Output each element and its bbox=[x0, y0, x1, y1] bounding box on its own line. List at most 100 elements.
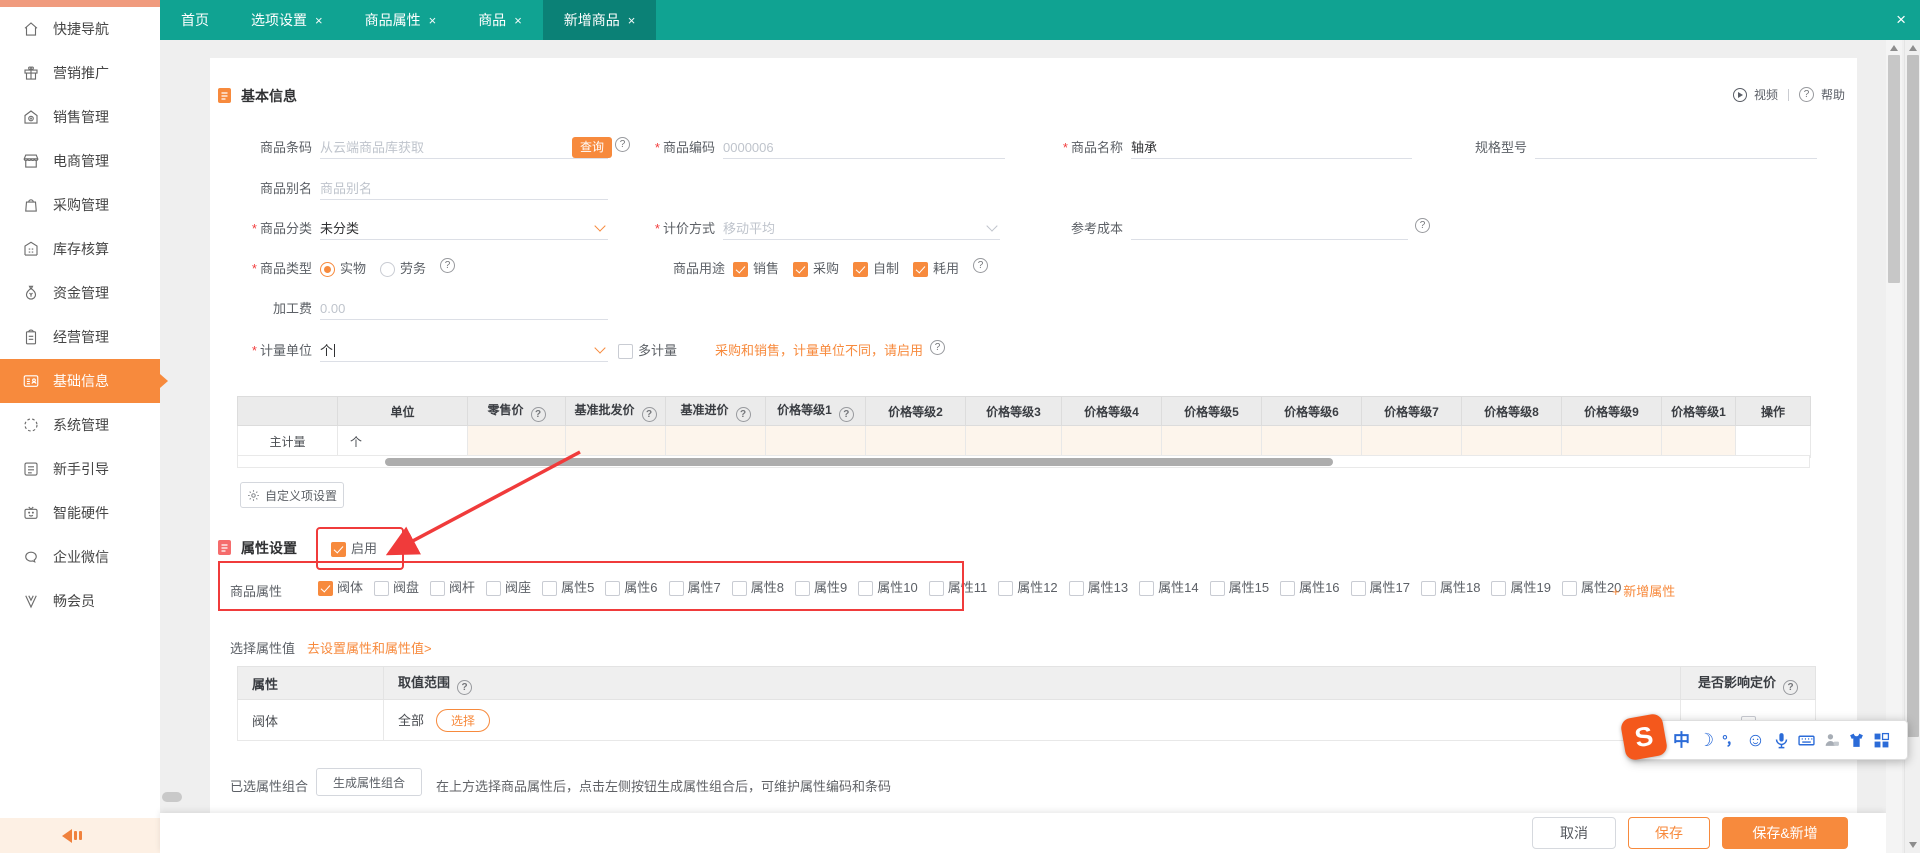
spec-model-input[interactable] bbox=[1535, 137, 1817, 159]
attribute-checkbox[interactable]: 属性16 bbox=[1280, 577, 1339, 599]
unit-warning-help-icon[interactable] bbox=[930, 340, 945, 355]
price-level-10-cell[interactable] bbox=[1662, 426, 1736, 458]
attribute-checkbox[interactable]: 属性13 bbox=[1069, 577, 1128, 599]
attribute-checkbox[interactable]: 属性14 bbox=[1139, 577, 1198, 599]
attribute-checkbox[interactable]: 属性6 bbox=[605, 577, 657, 599]
tab-product-attributes[interactable]: 商品属性 × bbox=[344, 0, 458, 40]
attribute-checkbox[interactable]: 属性9 bbox=[795, 577, 847, 599]
window-vscrollbar-thumb[interactable] bbox=[1907, 55, 1919, 737]
scroll-up-icon[interactable] bbox=[1890, 45, 1898, 51]
attribute-checkbox[interactable]: 属性7 bbox=[669, 577, 721, 599]
attribute-checkbox[interactable]: 阀杆 bbox=[430, 577, 475, 599]
tab-options[interactable]: 选项设置 × bbox=[230, 0, 344, 40]
purchase-price-cell[interactable] bbox=[666, 426, 766, 458]
price-level-1-cell[interactable] bbox=[766, 426, 866, 458]
help-icon[interactable] bbox=[531, 407, 546, 422]
attribute-checkbox[interactable]: 属性15 bbox=[1210, 577, 1269, 599]
unit-cell[interactable]: 个 bbox=[338, 426, 468, 458]
wholesale-price-cell[interactable] bbox=[566, 426, 666, 458]
query-button[interactable]: 查询 bbox=[572, 137, 612, 158]
goto-set-attr-values-link[interactable]: 去设置属性和属性值> bbox=[307, 638, 432, 657]
usage-checkbox-self-made[interactable]: 自制 bbox=[853, 258, 899, 280]
content-hscrollbar-thumb[interactable] bbox=[162, 792, 182, 802]
attribute-checkbox[interactable]: 属性12 bbox=[998, 577, 1057, 599]
attribute-checkbox[interactable]: 属性18 bbox=[1421, 577, 1480, 599]
attribute-checkbox[interactable]: 属性19 bbox=[1491, 577, 1550, 599]
help-icon[interactable] bbox=[736, 407, 751, 422]
skin-shirt-icon[interactable] bbox=[1848, 732, 1865, 749]
price-level-3-cell[interactable] bbox=[966, 426, 1062, 458]
price-table-hscrollbar[interactable] bbox=[237, 455, 1810, 468]
scroll-down-icon[interactable] bbox=[1909, 842, 1917, 848]
hscrollbar-thumb[interactable] bbox=[385, 458, 1333, 466]
usage-checkbox-sale[interactable]: 销售 bbox=[733, 258, 779, 280]
radio-physical[interactable]: 实物 bbox=[320, 258, 366, 280]
scroll-up-icon[interactable] bbox=[1909, 45, 1917, 51]
sidebar-item-wechat-work[interactable]: 企业微信 bbox=[0, 535, 160, 579]
help-icon[interactable] bbox=[457, 680, 472, 695]
sidebar-item-sales[interactable]: 销售管理 bbox=[0, 95, 160, 139]
usage-checkbox-consume[interactable]: 耗用 bbox=[913, 258, 959, 280]
tab-close-icon[interactable]: × bbox=[514, 13, 522, 28]
save-button[interactable]: 保存 bbox=[1628, 817, 1710, 849]
reference-cost-help-icon[interactable] bbox=[1415, 218, 1430, 233]
barcode-input[interactable]: 从云端商品库获取 查询 bbox=[320, 137, 608, 159]
attribute-checkbox[interactable]: 阀座 bbox=[486, 577, 531, 599]
custom-fields-button[interactable]: 自定义项设置 bbox=[240, 482, 344, 508]
punctuation-icon[interactable]: °， bbox=[1722, 733, 1738, 747]
sidebar-item-marketing[interactable]: 营销推广 bbox=[0, 51, 160, 95]
alias-input[interactable]: 商品别名 bbox=[320, 178, 608, 200]
usage-checkbox-purchase[interactable]: 采购 bbox=[793, 258, 839, 280]
price-level-9-cell[interactable] bbox=[1562, 426, 1662, 458]
attribute-checkbox[interactable]: 阀盘 bbox=[374, 577, 419, 599]
price-level-5-cell[interactable] bbox=[1162, 426, 1262, 458]
price-level-8-cell[interactable] bbox=[1462, 426, 1562, 458]
video-link[interactable]: 视频 bbox=[1754, 86, 1778, 103]
sidebar-collapse-bar[interactable] bbox=[0, 818, 160, 853]
category-select[interactable]: 未分类 bbox=[320, 218, 608, 240]
attribute-checkbox[interactable]: 属性8 bbox=[732, 577, 784, 599]
sidebar-item-smart-hardware[interactable]: 智能硬件 bbox=[0, 491, 160, 535]
price-level-2-cell[interactable] bbox=[866, 426, 966, 458]
user-icon[interactable] bbox=[1823, 732, 1840, 749]
attribute-checkbox[interactable]: 属性10 bbox=[858, 577, 917, 599]
sidebar-item-funds[interactable]: 资金管理 bbox=[0, 271, 160, 315]
product-name-input[interactable]: 轴承 bbox=[1131, 137, 1412, 159]
moon-icon[interactable]: ☽ bbox=[1698, 731, 1714, 749]
product-type-help-icon[interactable] bbox=[440, 258, 455, 273]
pricing-method-select[interactable]: 移动平均 bbox=[723, 218, 1000, 240]
price-level-7-cell[interactable] bbox=[1362, 426, 1462, 458]
tab-home[interactable]: 首页 bbox=[160, 0, 230, 40]
tab-close-icon[interactable]: × bbox=[315, 13, 323, 28]
product-code-input[interactable]: 0000006 bbox=[723, 137, 1005, 159]
sidebar-item-quick-nav[interactable]: 快捷导航 bbox=[0, 7, 160, 51]
generate-combo-button[interactable]: 生成属性组合 bbox=[316, 768, 422, 796]
product-usage-help-icon[interactable] bbox=[973, 258, 988, 273]
attribute-checkbox[interactable]: 阀体 bbox=[318, 577, 363, 599]
keyboard-icon[interactable] bbox=[1798, 732, 1815, 749]
price-level-4-cell[interactable] bbox=[1062, 426, 1162, 458]
cancel-button[interactable]: 取消 bbox=[1532, 817, 1616, 849]
tab-close-icon[interactable]: × bbox=[429, 13, 437, 28]
sidebar-item-inventory[interactable]: 库存核算 bbox=[0, 227, 160, 271]
add-attribute-link[interactable]: + 新增属性 bbox=[1612, 581, 1675, 600]
sidebar-item-vip-member[interactable]: 畅会员 bbox=[0, 579, 160, 623]
tab-new-product[interactable]: 新增商品 × bbox=[543, 0, 657, 40]
sidebar-item-purchasing[interactable]: 采购管理 bbox=[0, 183, 160, 227]
help-icon[interactable] bbox=[1783, 680, 1798, 695]
retail-price-cell[interactable] bbox=[468, 426, 566, 458]
barcode-help-icon[interactable] bbox=[615, 137, 630, 152]
close-all-icon[interactable]: × bbox=[1886, 0, 1916, 40]
ime-language-icon[interactable]: 中 bbox=[1673, 732, 1690, 749]
smiley-icon[interactable]: ☺ bbox=[1746, 731, 1765, 750]
select-values-button[interactable]: 选择 bbox=[436, 709, 490, 732]
sidebar-item-ecommerce[interactable]: 电商管理 bbox=[0, 139, 160, 183]
sidebar-item-operations[interactable]: 经营管理 bbox=[0, 315, 160, 359]
sogou-logo-icon[interactable]: S bbox=[1620, 713, 1669, 762]
unit-input[interactable]: 个 bbox=[320, 340, 608, 362]
radio-service[interactable]: 劳务 bbox=[380, 258, 426, 280]
sidebar-item-basic-info[interactable]: 基础信息 bbox=[0, 359, 160, 403]
microphone-icon[interactable] bbox=[1773, 732, 1790, 749]
attribute-checkbox[interactable]: 属性5 bbox=[542, 577, 594, 599]
attribute-checkbox[interactable]: 属性11 bbox=[929, 577, 988, 599]
